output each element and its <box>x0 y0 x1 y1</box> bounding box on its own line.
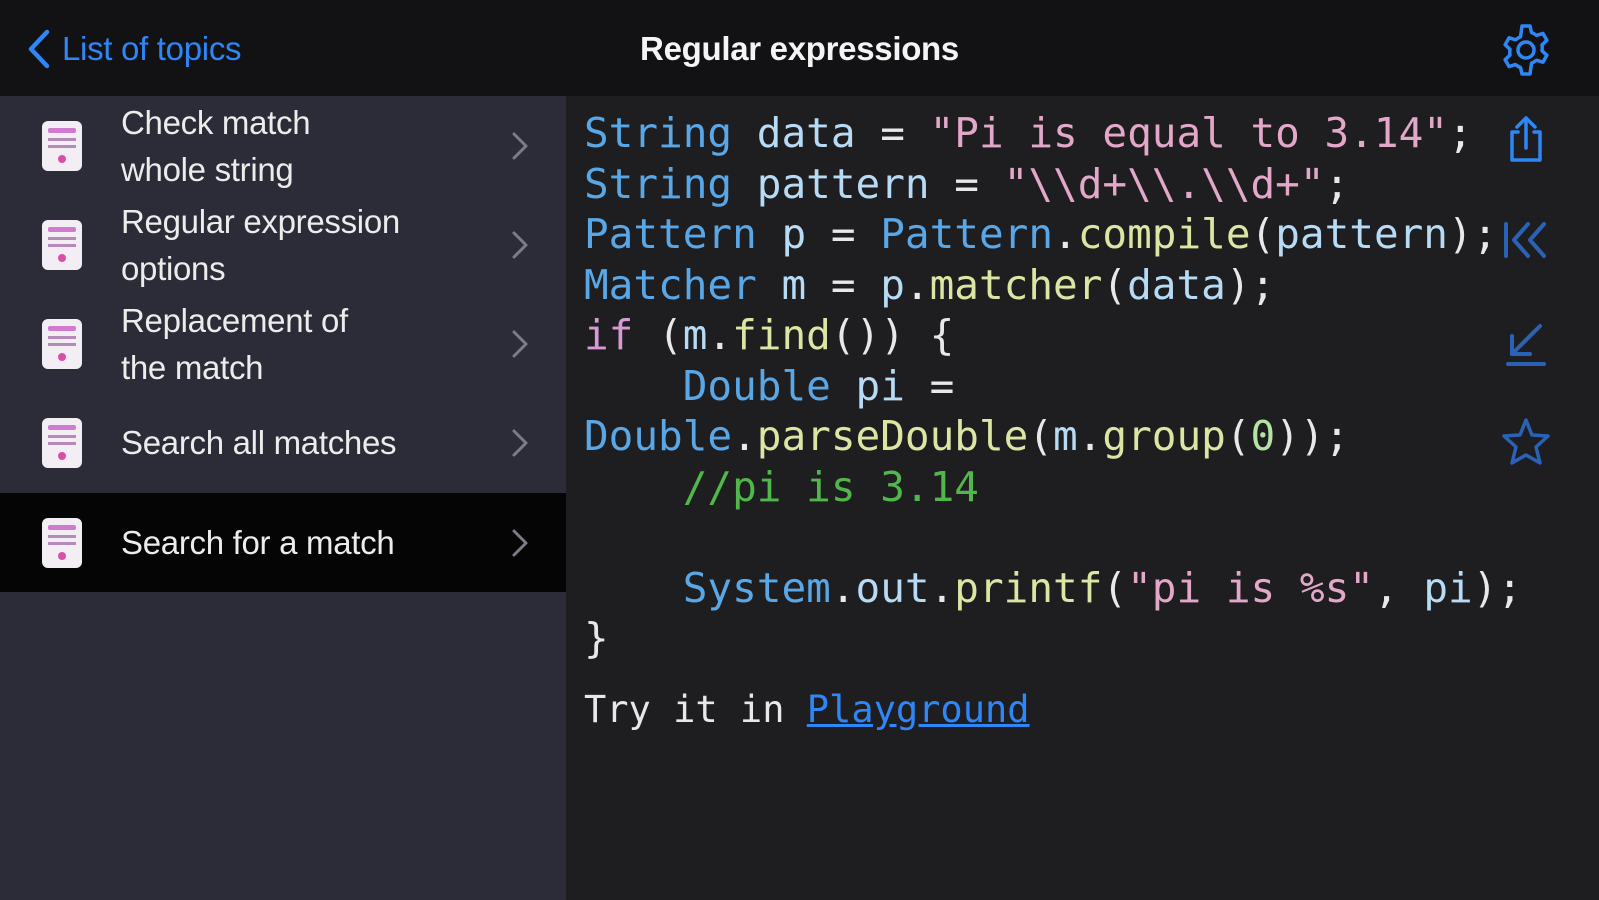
sidebar-item-search-all-matches[interactable]: Search all matches <box>0 393 566 492</box>
page-title-text: Regular expressions <box>640 30 959 67</box>
chevron-right-icon <box>512 132 528 159</box>
chevron-right-icon <box>512 330 528 357</box>
sidebar-item-label: Check match whole string <box>121 99 481 193</box>
code-viewer: String data = "Pi is equal to 3.14"; Str… <box>566 96 1599 900</box>
share-icon[interactable] <box>1498 112 1554 168</box>
code-file-icon <box>42 517 82 568</box>
code-line: Double.parseDouble(m.group(0)); <box>584 412 1350 460</box>
code-block: String data = "Pi is equal to 3.14"; Str… <box>584 108 1522 664</box>
code-file-icon <box>42 417 82 468</box>
sidebar-item-label-line2: whole string <box>121 150 294 188</box>
navigation-bar: List of topics Regular expressions <box>0 0 1599 96</box>
arrow-down-left-icon[interactable] <box>1498 316 1554 372</box>
star-icon[interactable] <box>1498 414 1554 470</box>
try-it-text: Try it in <box>584 688 807 731</box>
gear-icon[interactable] <box>1498 22 1554 78</box>
sidebar-item-replacement-of-the-match[interactable]: Replacement of the match <box>0 294 566 393</box>
sidebar-item-label: Replacement of the match <box>121 297 481 391</box>
sidebar-item-label: Search all matches <box>121 419 481 466</box>
sidebar-item-search-for-a-match[interactable]: Search for a match <box>0 493 566 592</box>
try-it-line: Try it in Playground <box>584 688 1030 731</box>
code-line: } <box>584 614 609 662</box>
code-file-icon <box>42 219 82 270</box>
sidebar-item-label-line1: Search for a match <box>121 524 395 561</box>
sidebar-item-label: Regular expression options <box>121 198 481 292</box>
sidebar-item-regular-expression-options[interactable]: Regular expression options <box>0 195 566 294</box>
code-line: String pattern = "\\d+\\.\\d+"; <box>584 159 1350 208</box>
back-button-label: List of topics <box>62 30 242 67</box>
sidebar-item-label-line1: Check match <box>121 103 311 141</box>
code-line: Matcher m = p.matcher(data); <box>584 260 1276 309</box>
code-line: if (m.find()) { <box>584 311 955 359</box>
sidebar-item-label-line1: Search all matches <box>121 424 397 461</box>
sidebar-item-label-line1: Regular expression <box>121 202 400 240</box>
code-line: //pi is 3.14 <box>682 462 979 511</box>
code-file-icon <box>42 120 82 171</box>
sidebar-item-label: Search for a match <box>121 519 481 566</box>
back-button[interactable]: List of topics <box>26 26 242 72</box>
code-file-icon <box>42 318 82 369</box>
playground-link[interactable]: Playground <box>807 688 1030 731</box>
code-line: System.out.printf("pi is %s", pi); <box>682 563 1523 612</box>
code-line: Pattern p = Pattern.compile(pattern); <box>584 210 1498 258</box>
chevron-right-icon <box>512 231 528 258</box>
sidebar-item-label-line2: the match <box>121 348 264 386</box>
sidebar-item-check-match-whole-string[interactable]: Check match whole string <box>0 96 566 195</box>
chevron-double-left-icon[interactable] <box>1498 212 1554 268</box>
sidebar-item-label-line2: options <box>121 249 226 287</box>
code-line: Double pi = <box>682 361 955 410</box>
code-line: String data = "Pi is equal to 3.14"; <box>584 109 1473 157</box>
chevron-right-icon <box>512 529 528 556</box>
chevron-right-icon <box>512 429 528 456</box>
sidebar-item-label-line1: Replacement of <box>121 301 348 339</box>
topics-sidebar: Check match whole string Regular express… <box>0 96 566 900</box>
chevron-left-icon <box>28 29 50 69</box>
